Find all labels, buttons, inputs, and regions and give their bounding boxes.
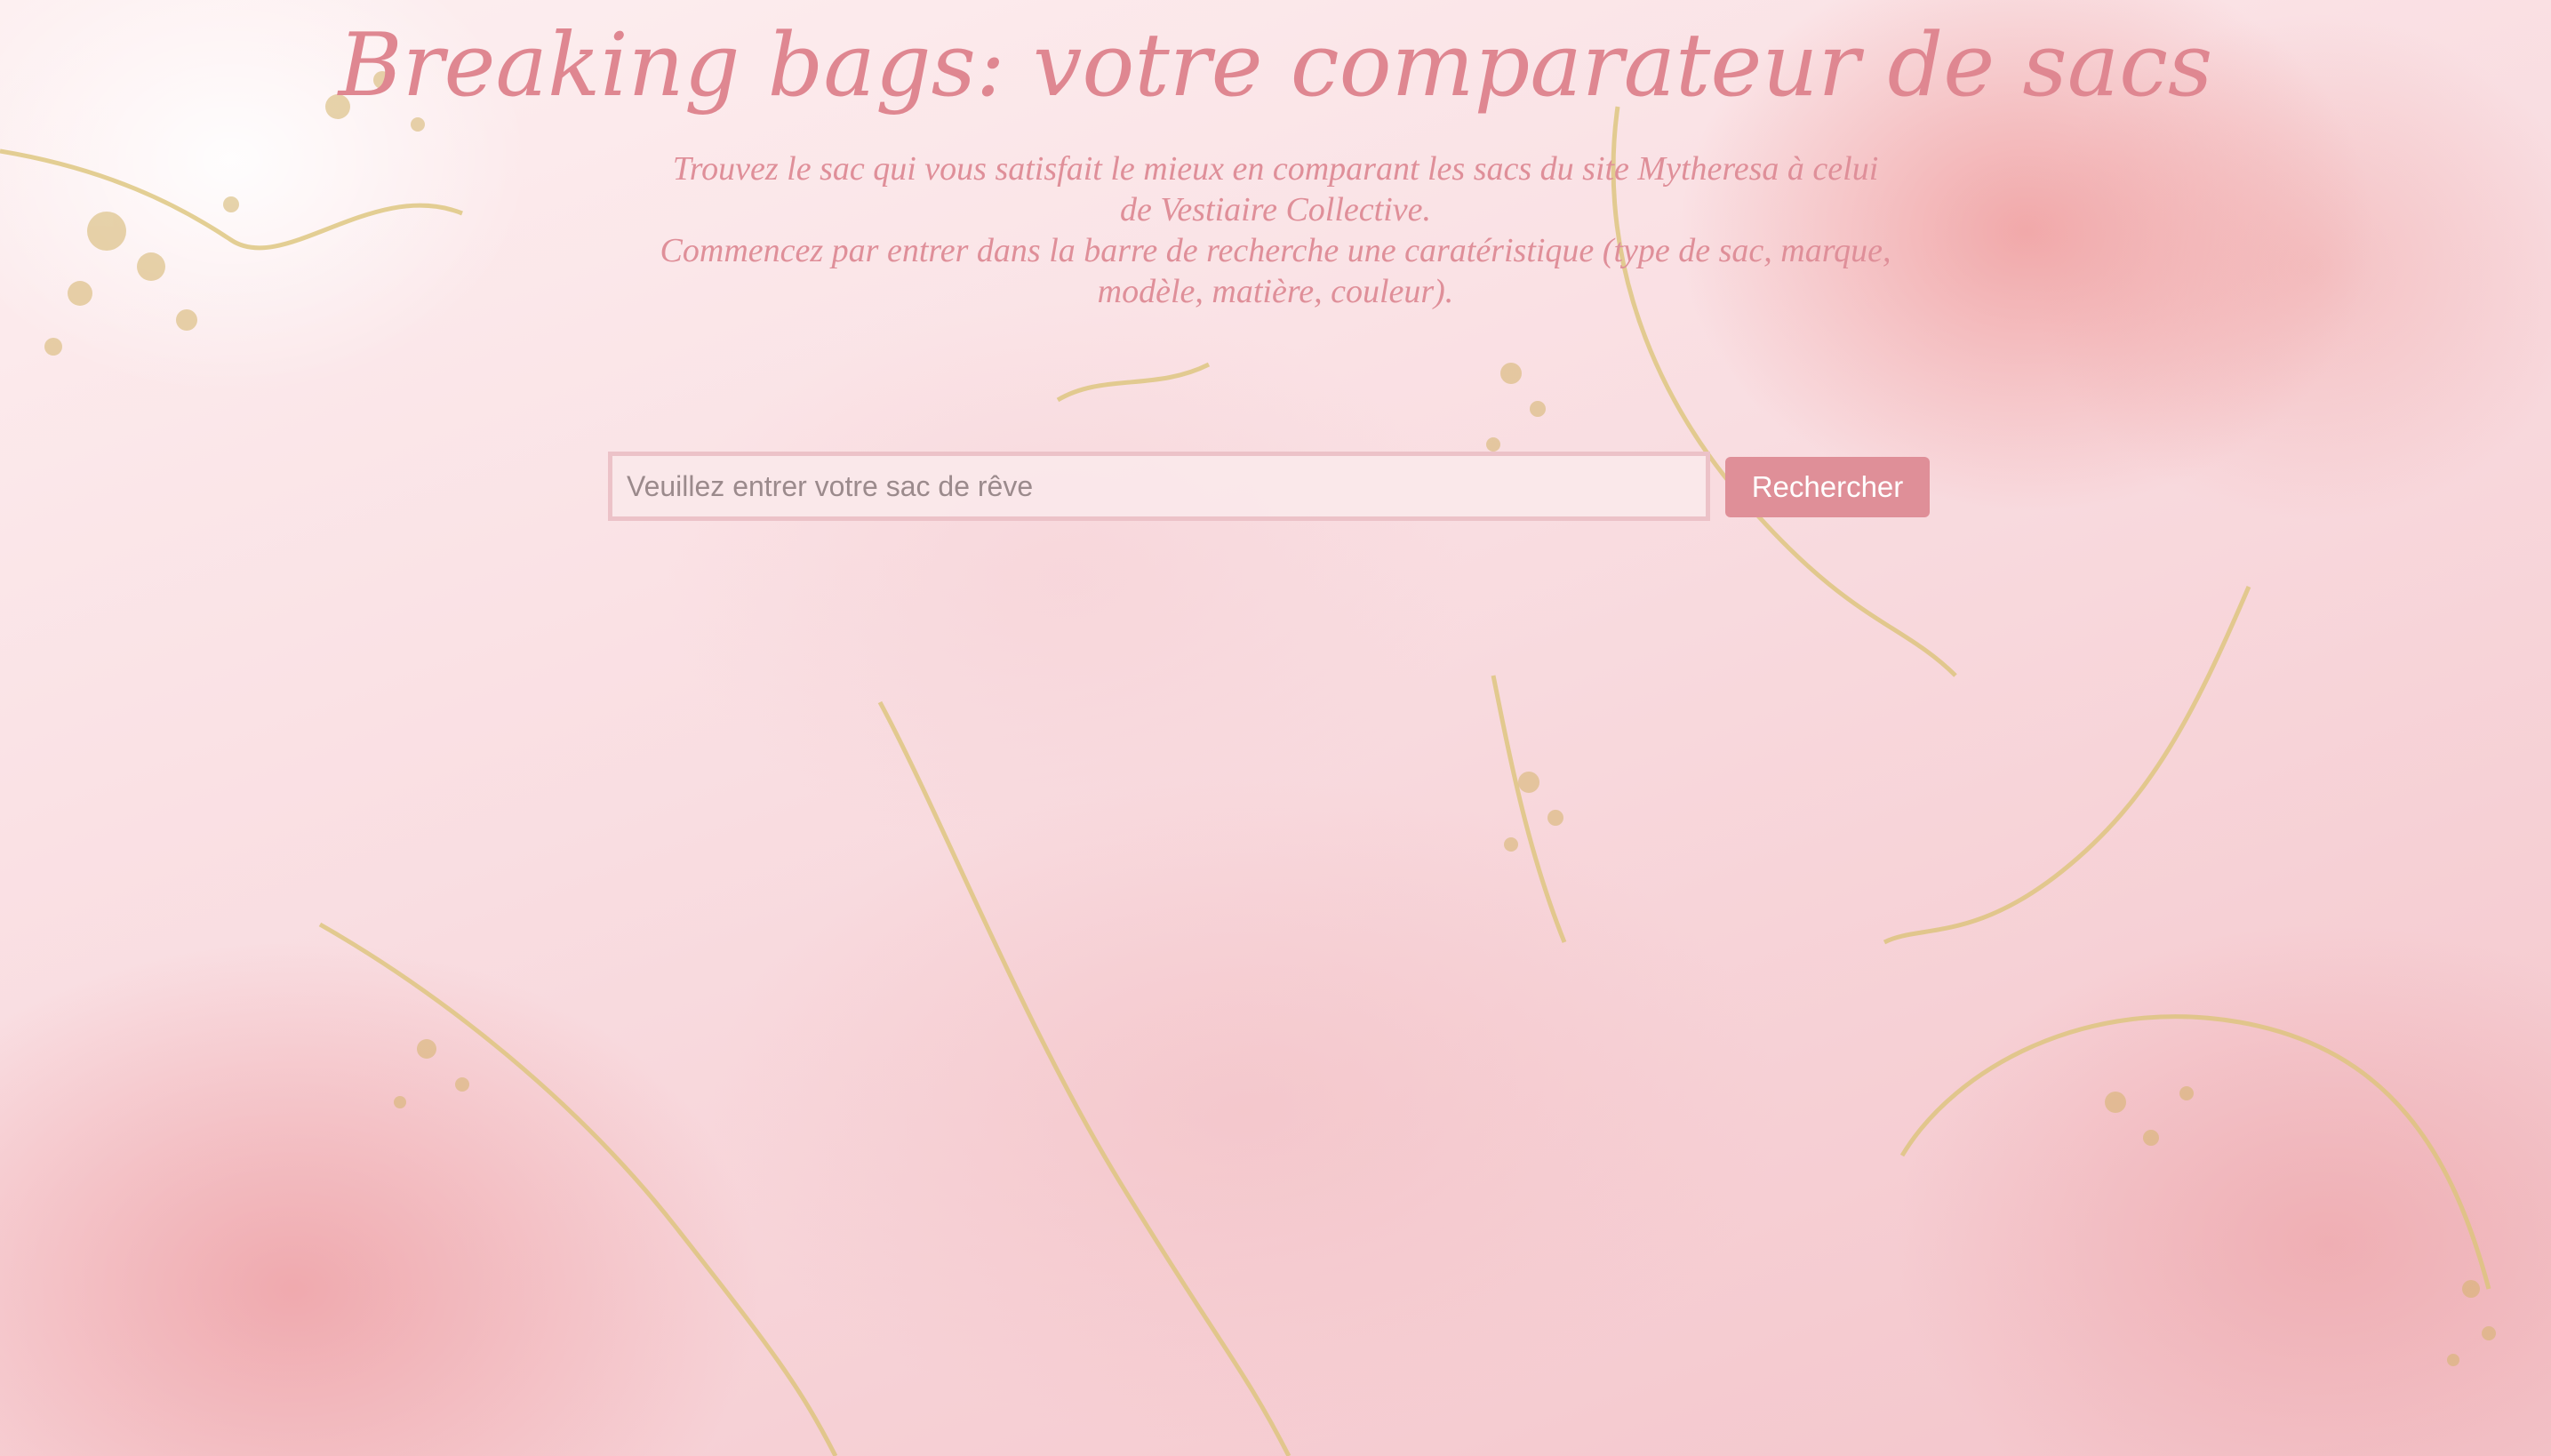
page-intro: Trouvez le sac qui vous satisfait le mie… (653, 148, 1898, 312)
intro-line-2: Commencez par entrer dans la barre de re… (660, 232, 1891, 310)
search-input[interactable] (608, 452, 1710, 521)
page-title: Breaking bags: votre comparateur de sacs (338, 15, 2213, 116)
search-button[interactable]: Rechercher (1725, 457, 1930, 517)
intro-line-1: Trouvez le sac qui vous satisfait le mie… (672, 150, 1879, 228)
